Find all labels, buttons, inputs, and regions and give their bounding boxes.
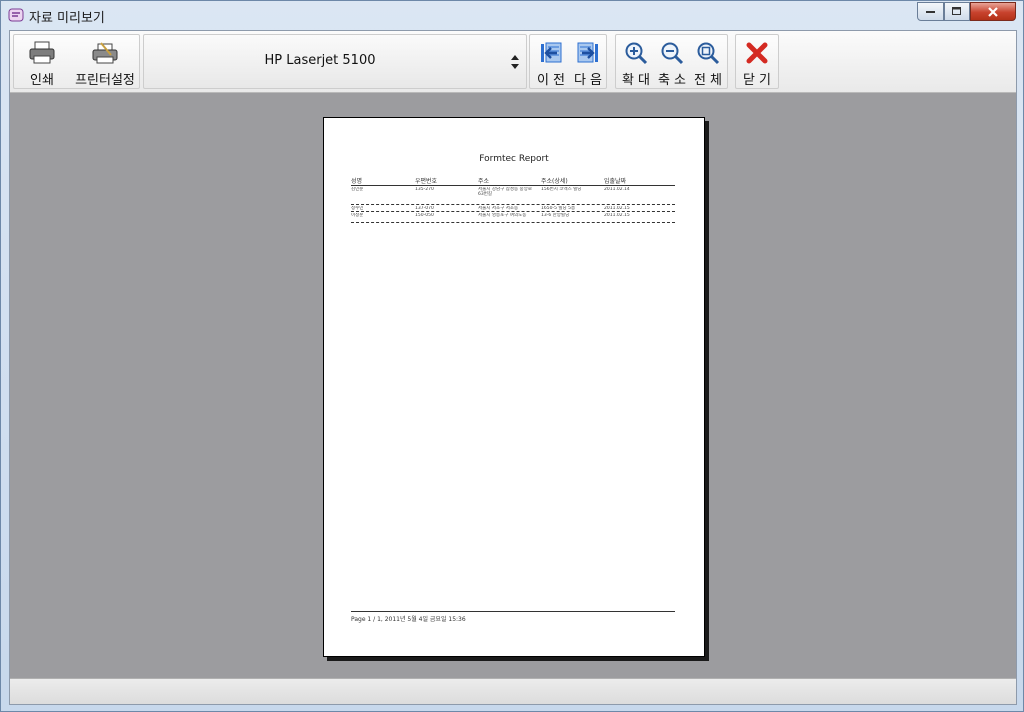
preview-area[interactable]: Formtec Report 성명 우편번호 주소 주소(상세) 입출날짜 김민… (10, 93, 1016, 679)
updown-arrows-icon (511, 55, 519, 69)
title-bar[interactable]: 자료 미리보기 (1, 1, 1023, 29)
table-cell: 서울시 강남구 삼성동 중앙로63번길 (478, 187, 532, 197)
report-table: 성명 우편번호 주소 주소(상세) 입출날짜 김민준 135-270 서울시 강… (351, 176, 675, 223)
col-header: 주소(상세) (541, 178, 568, 185)
close-window-button[interactable] (970, 2, 1016, 21)
col-header: 성명 (351, 178, 363, 185)
table-cell: 156번지 코엑스 빌딩 (541, 187, 582, 192)
printer-settings-label: 프린터설정 (75, 73, 135, 88)
printer-icon (28, 39, 56, 67)
zoom-group: 확 대 축 소 전 체 (615, 34, 728, 89)
status-bar (10, 678, 1016, 704)
table-cell: 2011.02.15 (604, 206, 630, 211)
printer-settings-button[interactable]: 프린터설정 (72, 35, 138, 88)
maximize-icon (952, 7, 961, 15)
next-page-button[interactable]: 다 음 (570, 35, 606, 88)
report-header-row: 성명 우편번호 주소 주소(상세) 입출날짜 (351, 176, 675, 186)
prev-label: 이 전 (536, 73, 566, 88)
toolbar: 인쇄 프린터설정 HP Laserjet 5100 이 전 다 음 확 대 축 … (10, 31, 1016, 93)
prev-page-icon (537, 39, 565, 67)
maximize-button[interactable] (944, 2, 970, 21)
minimize-button[interactable] (917, 2, 944, 21)
prev-page-button[interactable]: 이 전 (533, 35, 569, 88)
col-header: 입출날짜 (604, 178, 627, 185)
fit-all-label: 전 체 (693, 73, 723, 88)
close-preview-button[interactable]: 닫 기 (738, 35, 776, 88)
printer-settings-icon (91, 39, 119, 67)
table-cell: 서울시 서초구 서초동 (478, 206, 519, 211)
fit-all-icon (694, 39, 722, 67)
table-row: 정수민 137-070 서울시 서초구 서초동 1650-5 빌딩 5층 201… (351, 205, 675, 212)
preview-window: 자료 미리보기 인쇄 프린터설정 HP Laserjet 5100 이 전 다 … (0, 0, 1024, 712)
table-cell: 2011.02.14 (604, 187, 630, 192)
table-cell: 137-070 (415, 206, 434, 211)
close-group: 닫 기 (735, 34, 779, 89)
window-title: 자료 미리보기 (29, 11, 105, 26)
fit-all-button[interactable]: 전 체 (690, 35, 726, 88)
zoom-in-label: 확 대 (621, 73, 651, 88)
print-button[interactable]: 인쇄 (17, 35, 67, 88)
red-x-icon (743, 39, 771, 67)
table-cell: 김민준 (351, 187, 364, 192)
table-cell: 13-6 한양빌딩 (541, 213, 570, 218)
table-cell: 1650-5 빌딩 5층 (541, 206, 576, 211)
page-footer: Page 1 / 1, 2011년 5월 4일 금요일 15:36 (351, 611, 675, 623)
zoom-out-label: 축 소 (657, 73, 687, 88)
col-header: 주소 (478, 178, 490, 185)
zoom-in-icon (622, 39, 650, 67)
report-title: Formtec Report (479, 154, 549, 164)
table-cell: 150-050 (415, 213, 434, 218)
table-cell: 서울시 영등포구 여의도동 (478, 213, 527, 218)
close-icon (988, 6, 998, 17)
app-icon (8, 7, 24, 23)
zoom-out-icon (658, 39, 686, 67)
next-page-icon (574, 39, 602, 67)
table-cell: 이정훈 (351, 213, 364, 218)
print-label: 인쇄 (30, 73, 54, 88)
table-cell: 135-270 (415, 187, 434, 192)
table-row: 이정훈 150-050 서울시 영등포구 여의도동 13-6 한양빌딩 2011… (351, 212, 675, 223)
table-cell: 정수민 (351, 206, 364, 211)
printer-select-value: HP Laserjet 5100 (264, 53, 376, 68)
report-page: Formtec Report 성명 우편번호 주소 주소(상세) 입출날짜 김민… (323, 117, 705, 657)
printer-select[interactable]: HP Laserjet 5100 (143, 34, 527, 89)
zoom-in-button[interactable]: 확 대 (618, 35, 654, 88)
table-row: 김민준 135-270 서울시 강남구 삼성동 중앙로63번길 156번지 코엑… (351, 186, 675, 205)
close-label: 닫 기 (742, 73, 772, 88)
table-cell: 2011.02.15 (604, 213, 630, 218)
next-label: 다 음 (573, 73, 603, 88)
print-group: 인쇄 프린터설정 (13, 34, 140, 89)
client-area: 인쇄 프린터설정 HP Laserjet 5100 이 전 다 음 확 대 축 … (9, 30, 1017, 705)
col-header: 우편번호 (415, 178, 438, 185)
nav-group: 이 전 다 음 (529, 34, 607, 89)
minimize-icon (925, 10, 935, 13)
zoom-out-button[interactable]: 축 소 (654, 35, 690, 88)
